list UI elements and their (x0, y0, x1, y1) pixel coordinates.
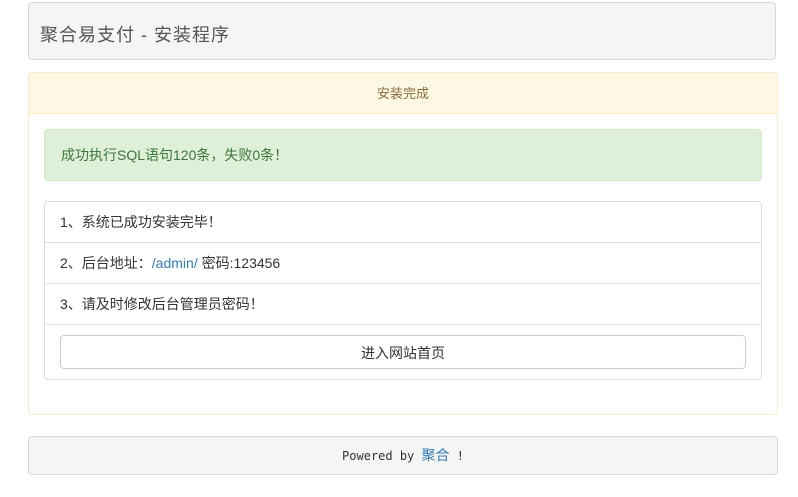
admin-address-label: 2、后台地址： (60, 255, 152, 271)
admin-link[interactable]: /admin/ (152, 255, 198, 271)
page-header: 聚合易支付 - 安装程序 (28, 2, 776, 60)
footer-brand-link[interactable]: 聚合 (422, 447, 450, 463)
list-item-admin-address: 2、后台地址：/admin/ 密码:123456 (45, 243, 761, 284)
page-footer: Powered by 聚合 ! (28, 436, 778, 475)
panel-heading: 安装完成 (29, 73, 777, 114)
footer-suffix: ! (449, 449, 464, 463)
list-item-change-password: 3、请及时修改后台管理员密码！ (45, 284, 761, 325)
success-alert: 成功执行SQL语句120条，失败0条！ (44, 129, 762, 181)
page-title: 聚合易支付 - 安装程序 (40, 25, 230, 45)
info-list: 1、系统已成功安装完毕！ 2、后台地址：/admin/ 密码:123456 3、… (44, 201, 762, 380)
footer-powered-by: Powered by (342, 449, 422, 463)
admin-password-text: 密码:123456 (197, 255, 281, 271)
list-item-change-password-text: 3、请及时修改后台管理员密码！ (60, 296, 264, 312)
list-item-installed-text: 1、系统已成功安装完毕！ (60, 214, 222, 230)
list-item-installed: 1、系统已成功安装完毕！ (45, 202, 761, 243)
enter-homepage-button[interactable]: 进入网站首页 (60, 335, 746, 369)
list-item-button: 进入网站首页 (45, 325, 761, 379)
install-panel: 安装完成 成功执行SQL语句120条，失败0条！ 1、系统已成功安装完毕！ 2、… (28, 72, 778, 415)
